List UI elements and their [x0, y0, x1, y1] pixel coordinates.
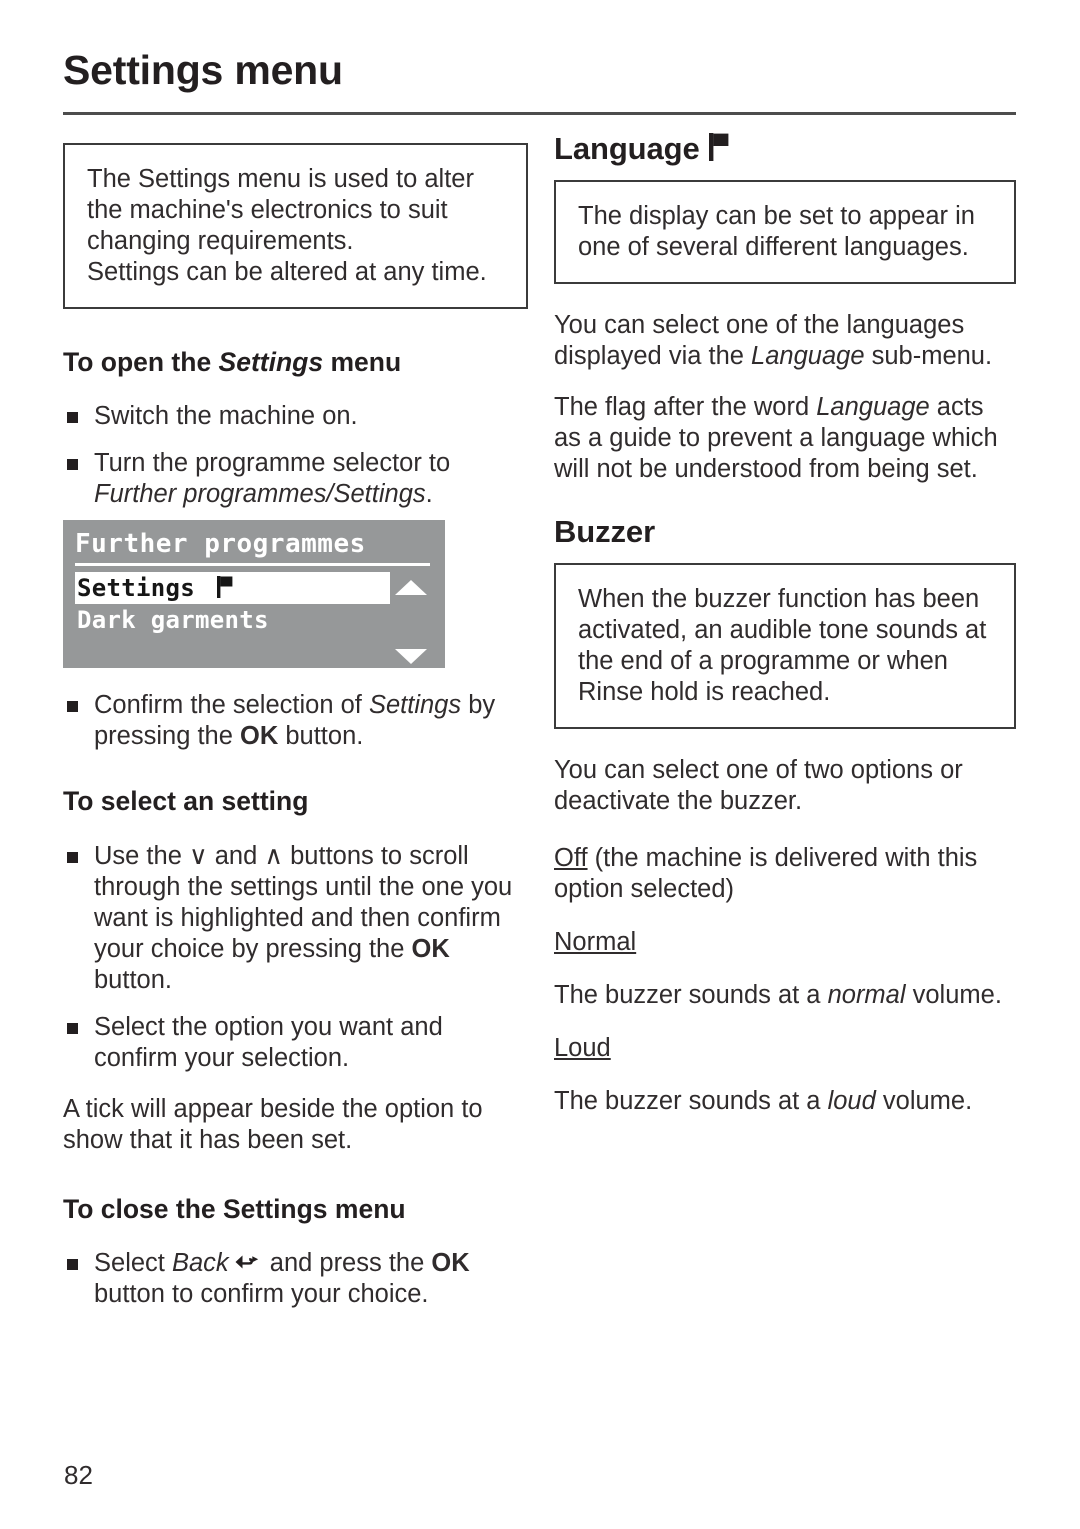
settings-intro-box: The Settings menu is used to alter the m…	[63, 143, 528, 309]
bullet-use-part1: Use the	[94, 841, 189, 870]
buzzer-paragraph-1: You can select one of two options or dea…	[554, 756, 963, 816]
page-number: 82	[64, 1460, 93, 1490]
settings-intro-line-2: Settings can be altered at any time.	[87, 258, 487, 286]
heading-open-part2: menu	[323, 347, 402, 377]
language-note-text: The display can be set to appear in one …	[578, 202, 975, 262]
lcd-row-list: Settings Dark garments	[75, 572, 430, 665]
lcd-row-settings[interactable]: Settings	[75, 572, 390, 605]
heading-select-a-setting: To select an setting	[63, 786, 309, 817]
language-p2-italic: Language	[816, 393, 930, 422]
buzzer-note-text: When the buzzer function has been activa…	[578, 585, 987, 707]
bullet-square-icon	[67, 701, 78, 713]
flag-icon	[216, 576, 233, 599]
section-heading-buzzer: Buzzer	[554, 514, 656, 550]
bullet-use-scroll-buttons: Use the ∨ and ∧ buttons to scroll throug…	[63, 841, 528, 996]
buzzer-loud-desc-part1: The buzzer sounds at a	[554, 1087, 828, 1116]
buzzer-option-off-label: Off	[554, 844, 588, 873]
triangle-down-icon	[395, 649, 427, 665]
tick-paragraph: A tick will appear beside the option to …	[63, 1094, 483, 1154]
bullet-confirm-ok: OK	[240, 722, 279, 751]
buzzer-option-normal-description: The buzzer sounds at a normal volume.	[554, 980, 1016, 1011]
lcd-display-mock: Further programmes Settings Dark garment…	[63, 520, 445, 669]
left-column: The Settings menu is used to alter the m…	[63, 143, 528, 1310]
back-arrow-icon	[235, 1255, 258, 1269]
bullet-square-icon	[67, 412, 78, 424]
lcd-row-settings-label: Settings	[77, 574, 195, 603]
buzzer-normal-desc-part1: The buzzer sounds at a	[554, 981, 828, 1010]
bullet-back-part1: Select	[94, 1249, 172, 1278]
lcd-row-dark-garments[interactable]: Dark garments	[75, 604, 430, 636]
bullet-square-icon	[67, 459, 78, 471]
bullet-use-part2: and	[207, 841, 265, 870]
heading-open-settings-menu: To open the Settings menu	[63, 347, 528, 377]
section-heading-language: Language	[554, 131, 1016, 166]
language-paragraph-2: The flag after the word Language acts as…	[554, 392, 1016, 485]
buzzer-note-box: When the buzzer function has been activa…	[554, 563, 1016, 730]
buzzer-option-off-rest: (the machine is delivered with this opti…	[554, 844, 978, 904]
language-p1-italic: Language	[751, 342, 865, 371]
buzzer-option-off: Off (the machine is delivered with this …	[554, 843, 1016, 905]
bullet-turn-selector-text: Turn the programme selector to	[94, 449, 451, 478]
language-paragraph-1: You can select one of the languages disp…	[554, 310, 1016, 372]
buzzer-option-loud-label: Loud	[554, 1034, 611, 1063]
bullet-select-back: Select Back and press the OK button to c…	[63, 1248, 528, 1310]
buzzer-option-loud-description: The buzzer sounds at a loud volume.	[554, 1086, 1016, 1117]
heading-open-italic: Settings	[218, 347, 324, 377]
bullet-square-icon	[67, 1259, 78, 1271]
bullet-select-option-label: Select the option you want and confirm y…	[94, 1012, 443, 1072]
triangle-up-icon	[395, 580, 427, 596]
bullet-switch-machine-on: Switch the machine on.	[63, 401, 528, 432]
bullet-back-part2: and press the	[262, 1249, 432, 1278]
lcd-title: Further programmes	[75, 529, 366, 560]
bullet-turn-selector-italic: Further programmes/Settings	[94, 480, 426, 509]
settings-intro-line-1: The Settings menu is used to alter the m…	[87, 165, 474, 255]
language-note-box: The display can be set to appear in one …	[554, 180, 1016, 285]
lcd-row-dark-garments-label: Dark garments	[77, 606, 269, 635]
flag-icon	[708, 133, 729, 161]
bullet-use-part4: button.	[94, 965, 172, 994]
bullet-confirm-part3: button.	[278, 722, 364, 751]
language-p2-part1: The flag after the word	[554, 393, 817, 422]
manual-page: Settings menu The Settings menu is used …	[0, 0, 1080, 1529]
buzzer-normal-desc-italic: normal	[827, 981, 906, 1010]
buzzer-option-loud: Loud	[554, 1033, 1016, 1064]
bullet-back-italic: Back	[171, 1249, 229, 1278]
bullet-back-part3: button to confirm your choice.	[94, 1280, 429, 1309]
bullet-turn-selector-tail: .	[425, 480, 433, 509]
bullet-confirm-part1: Confirm the selection of	[94, 691, 369, 720]
bullet-back-ok: OK	[431, 1249, 470, 1278]
header-divider	[63, 112, 1016, 115]
buzzer-normal-desc-part2: volume.	[905, 981, 1002, 1010]
bullet-confirm-italic: Settings	[368, 691, 462, 720]
heading-open-part1: To open the	[63, 347, 219, 377]
bullet-square-icon	[67, 1022, 78, 1034]
buzzer-option-normal: Normal	[554, 927, 1016, 958]
bullet-select-option: Select the option you want and confirm y…	[63, 1012, 528, 1074]
heading-close-settings-menu: To close the Settings menu	[63, 1193, 406, 1224]
chevron-down-symbol-icon: ∨	[188, 841, 208, 870]
buzzer-loud-desc-italic: loud	[827, 1087, 876, 1116]
bullet-turn-programme-selector: Turn the programme selector to Further p…	[63, 448, 528, 510]
section-heading-language-label: Language	[554, 131, 700, 166]
bullet-square-icon	[67, 851, 78, 863]
buzzer-option-normal-label: Normal	[554, 928, 637, 957]
bullet-use-ok: OK	[411, 934, 450, 963]
chevron-up-symbol-icon: ∧	[264, 841, 284, 870]
bullet-switch-machine-on-label: Switch the machine on.	[94, 402, 358, 431]
right-column: Language The display can be set to appea…	[554, 131, 1016, 1117]
lcd-title-divider	[75, 563, 430, 567]
buzzer-loud-desc-part2: volume.	[875, 1087, 973, 1116]
page-title: Settings menu	[63, 47, 343, 93]
language-p1-part2: sub-menu.	[864, 342, 993, 371]
bullet-confirm-selection: Confirm the selection of Settings by pre…	[63, 690, 528, 752]
